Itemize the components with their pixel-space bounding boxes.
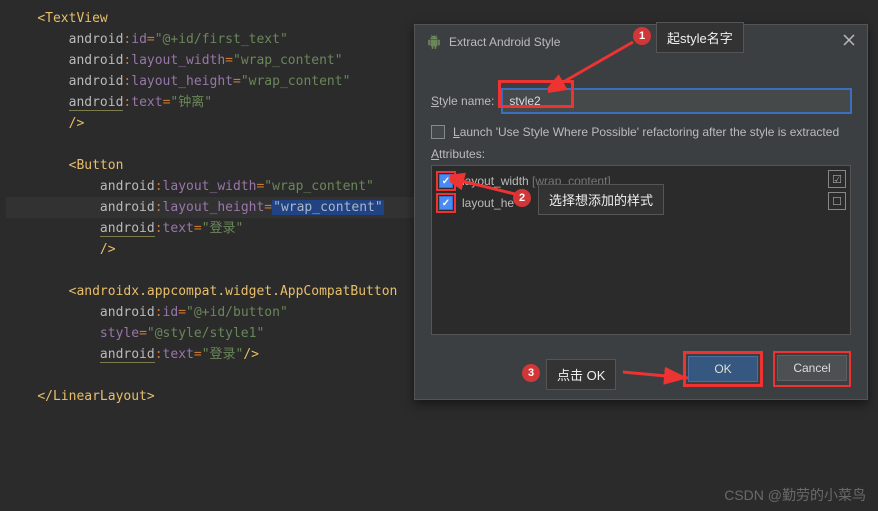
close-icon[interactable] (843, 34, 855, 49)
select-all-icon[interactable]: ☑ (828, 170, 846, 188)
attr-name: layout_he (462, 196, 514, 210)
annotation-badge: 3 (522, 364, 540, 382)
attributes-label: Attributes: (431, 147, 851, 161)
annotation-label: 起style名字 (656, 22, 744, 53)
annotation-badge: 1 (633, 27, 651, 45)
annotation-badge: 2 (513, 189, 531, 207)
android-icon (427, 35, 441, 49)
style-name-label: Style name: (431, 94, 494, 108)
annotation-label: 点击 OK (546, 359, 616, 390)
ok-button[interactable]: OK (688, 356, 758, 382)
dialog-title: Extract Android Style (449, 35, 560, 49)
cancel-button[interactable]: Cancel (777, 355, 847, 381)
attr-checkbox[interactable]: ✓ (439, 196, 453, 210)
watermark: CSDN @勤劳的小菜鸟 (724, 485, 866, 505)
annotation-label: 选择想添加的样式 (538, 184, 664, 215)
style-name-input[interactable] (502, 89, 851, 113)
launch-refactor-label: Launch 'Use Style Where Possible' refact… (453, 125, 839, 139)
code-editor[interactable]: <TextView android:id="@+id/first_text" a… (0, 0, 415, 407)
attr-checkbox[interactable]: ✓ (439, 174, 453, 188)
deselect-all-icon[interactable]: ☐ (828, 192, 846, 210)
launch-refactor-checkbox[interactable] (431, 125, 445, 139)
